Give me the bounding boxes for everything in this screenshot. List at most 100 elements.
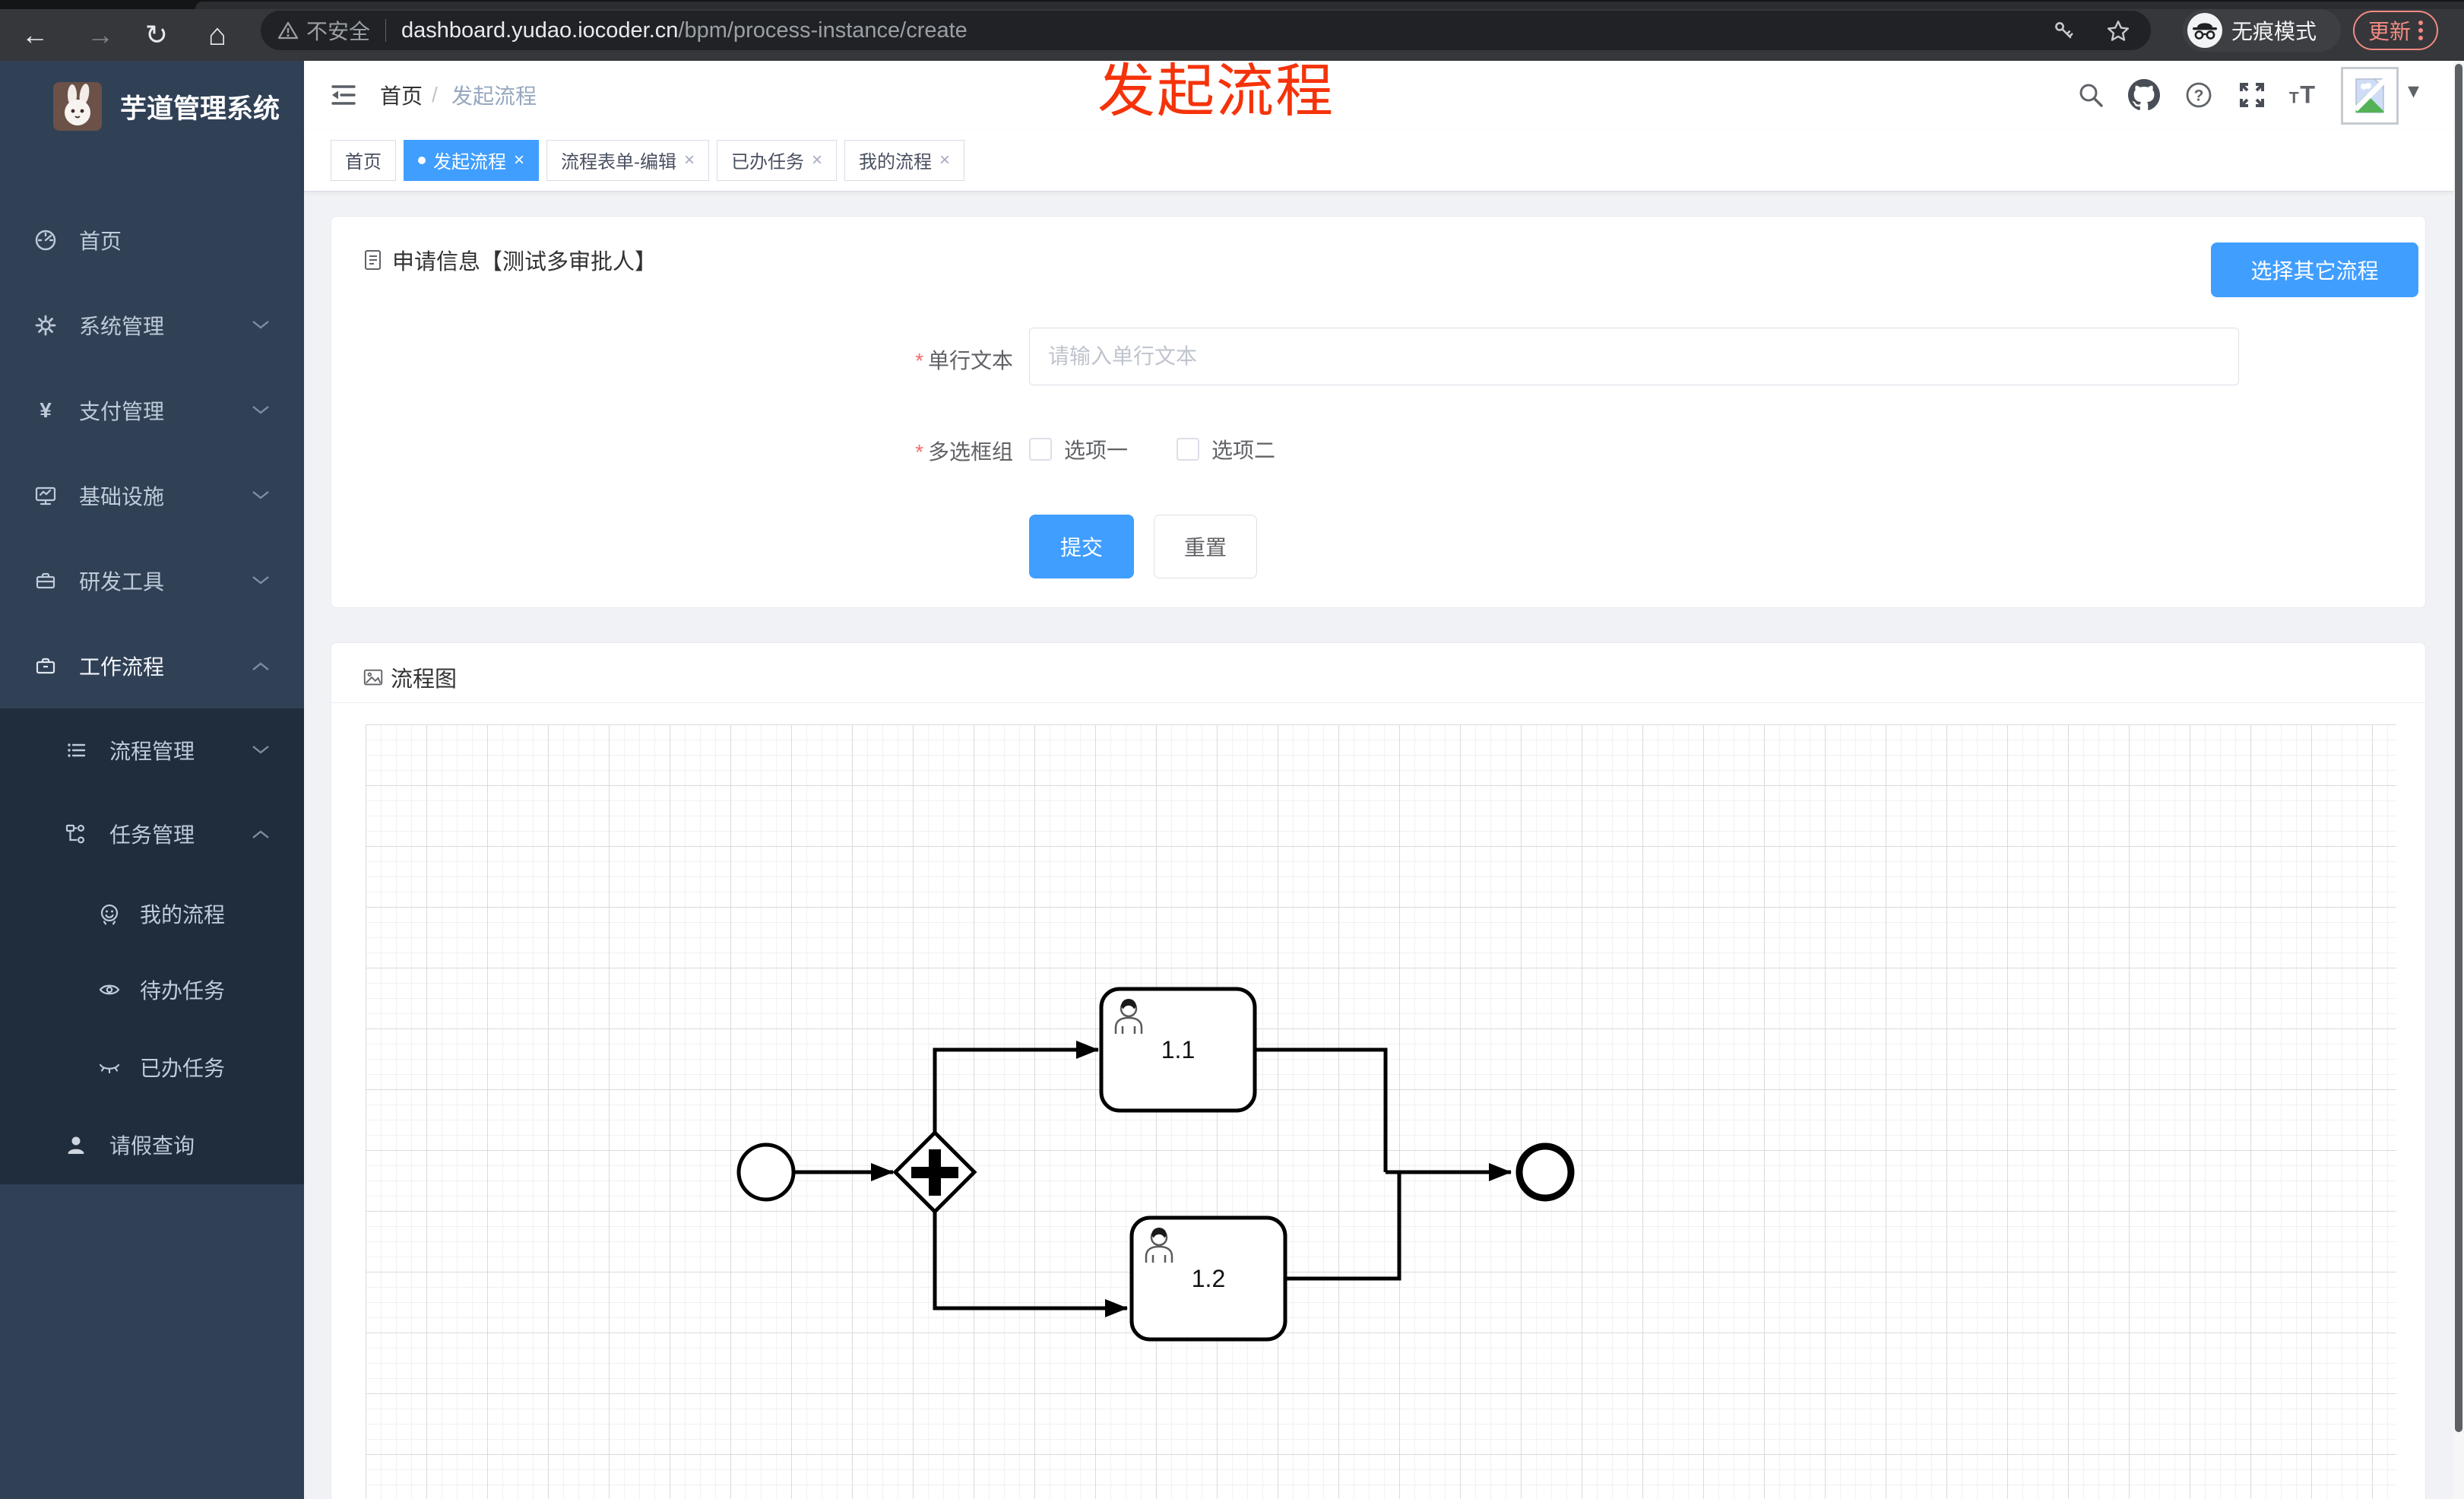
checkbox-label: 选项二 (1211, 439, 1276, 462)
bpmn-parallel-gateway[interactable] (892, 1130, 977, 1215)
choose-other-process-button[interactable]: 选择其它流程 (2211, 242, 2418, 297)
search-icon (2079, 84, 2103, 107)
bpmn-end-event[interactable] (1515, 1142, 1575, 1202)
incognito-icon (2187, 13, 2222, 48)
annotation-overlay-title: 发起流程 (1097, 59, 1335, 124)
sidebar-item-label: 工作流程 (79, 655, 165, 679)
browser-menu-icon[interactable] (2418, 17, 2423, 43)
search-button[interactable] (2075, 79, 2107, 111)
user-avatar[interactable] (2341, 67, 2399, 125)
sidebar-item-process-management[interactable]: 流程管理 (0, 708, 304, 792)
top-navbar: 首页 / 发起流程 ? T T ▾ (304, 61, 2464, 129)
sidebar-item-label: 我的流程 (140, 903, 226, 927)
sidebar-item-label: 请假查询 (109, 1134, 195, 1158)
flow-gateway-to-task2[interactable] (933, 1212, 1128, 1317)
fullscreen-button[interactable] (2236, 79, 2268, 111)
single-line-text-input[interactable] (1029, 328, 2239, 385)
browser-active-tab[interactable] (195, 2, 2464, 9)
flow-task2-to-join[interactable] (1285, 1174, 1401, 1281)
tag-process-form-edit[interactable]: 流程表单-编辑 × (546, 139, 710, 181)
font-size-button[interactable]: T T (2288, 79, 2320, 111)
scrollbar-thumb[interactable] (2455, 64, 2462, 1432)
chrome-update-button[interactable]: 更新 (2353, 11, 2438, 50)
chevron-up-icon (252, 830, 269, 838)
avatar-caret-icon[interactable]: ▾ (2408, 78, 2419, 104)
card-title-row: 申请信息【测试多审批人】 (362, 244, 657, 276)
sidebar-item-label: 待办任务 (140, 979, 226, 1003)
bpmn-user-task-2[interactable]: 1.2 (1129, 1215, 1287, 1342)
dashboard-icon (35, 230, 56, 251)
sidebar-item-infrastructure[interactable]: 基础设施 (0, 453, 304, 538)
tag-done-tasks[interactable]: 已办任务 × (717, 139, 838, 181)
tag-label: 首页 (345, 152, 382, 173)
checkbox-label: 选项一 (1064, 439, 1129, 462)
bpmn-start-event[interactable] (736, 1142, 796, 1202)
sidebar-item-label: 任务管理 (109, 823, 195, 847)
not-secure-warning-icon (277, 20, 299, 41)
update-label: 更新 (2367, 20, 2411, 43)
help-button[interactable]: ? (2183, 79, 2215, 111)
star-icon (2107, 21, 2130, 41)
card-title-row: 流程图 (362, 661, 457, 693)
reset-button[interactable]: 重置 (1154, 515, 1257, 578)
list-icon (68, 743, 86, 757)
close-icon[interactable]: × (514, 150, 524, 171)
sidebar-item-system[interactable]: 系统管理 (0, 283, 304, 368)
logo-avatar (53, 82, 102, 131)
browser-reload-button[interactable]: ↻ (135, 9, 178, 61)
sidebar-item-workflow[interactable]: 工作流程 (0, 623, 304, 708)
sidebar-item-task-management[interactable]: 任务管理 (0, 792, 304, 876)
bookmark-star-icon[interactable] (2106, 19, 2130, 47)
sidebar-item-devtools[interactable]: 研发工具 (0, 538, 304, 623)
address-divider (385, 19, 387, 42)
close-icon[interactable]: × (812, 150, 822, 171)
sidebar-item-done-tasks[interactable]: 已办任务 (0, 1028, 304, 1107)
process-diagram-card: 流程图 1.1 1.2 (331, 642, 2427, 1499)
collapse-sidebar-icon[interactable] (329, 81, 358, 109)
tags-view-bar: 首页 发起流程 × 流程表单-编辑 × 已办任务 × 我的流程 × (304, 129, 2464, 192)
checkbox-group: 选项一 选项二 (1029, 434, 1324, 464)
key-icon (2055, 22, 2073, 39)
password-key-icon[interactable] (2053, 19, 2076, 46)
breadcrumb-current: 发起流程 (451, 84, 537, 108)
url-path[interactable]: /bpm/process-instance/create (678, 18, 967, 43)
flow-task1-to-join[interactable] (1255, 1047, 1388, 1172)
close-icon[interactable]: × (684, 150, 695, 171)
tag-my-process[interactable]: 我的流程 × (844, 139, 965, 181)
sidebar-item-todo-tasks[interactable]: 待办任务 (0, 952, 304, 1028)
diagram-card-title: 流程图 (391, 667, 458, 692)
browser-forward-button[interactable]: → (79, 9, 122, 61)
sidebar-item-home[interactable]: 首页 (0, 198, 304, 283)
chevron-down-icon (252, 746, 269, 754)
submit-button[interactable]: 提交 (1029, 515, 1134, 578)
breadcrumb-home[interactable]: 首页 (380, 61, 423, 129)
checkbox-option-2[interactable]: 选项二 (1177, 434, 1275, 464)
close-icon[interactable]: × (939, 150, 950, 171)
document-icon (365, 250, 381, 270)
chevron-down-icon (252, 321, 269, 329)
task-label: 1.1 (1161, 1036, 1195, 1063)
sidebar-logo[interactable]: 芋道管理系统 (0, 61, 304, 152)
flow-gateway-to-task1[interactable] (933, 1041, 1099, 1133)
sidebar-item-my-process[interactable]: 我的流程 (0, 876, 304, 952)
bpmn-user-task-1[interactable]: 1.1 (1099, 987, 1257, 1113)
tag-label: 流程表单-编辑 (561, 152, 677, 173)
checkbox-option-1[interactable]: 选项一 (1029, 434, 1128, 464)
incognito-label: 无痕模式 (2231, 20, 2317, 43)
tag-home[interactable]: 首页 (331, 139, 396, 181)
security-label[interactable]: 不安全 (306, 15, 370, 46)
sidebar-item-leave-query[interactable]: 请假查询 (0, 1107, 304, 1183)
url-host[interactable]: dashboard.yudao.iocoder.cn (401, 18, 678, 43)
browser-home-button[interactable]: ⌂ (196, 9, 239, 61)
yen-icon: ¥ (40, 398, 52, 422)
browser-back-button[interactable]: ← (14, 9, 56, 61)
github-link[interactable] (2128, 79, 2160, 111)
tag-initiate-process[interactable]: 发起流程 × (404, 139, 540, 181)
chevron-up-icon (252, 662, 269, 670)
bpmn-canvas[interactable]: 1.1 1.2 (366, 724, 2396, 1499)
checkbox-icon[interactable] (1029, 438, 1052, 461)
checkbox-icon[interactable] (1177, 438, 1200, 461)
sidebar-item-payment[interactable]: ¥ 支付管理 (0, 368, 304, 453)
fullscreen-icon (2240, 83, 2264, 107)
flow-tree-icon (65, 824, 85, 844)
